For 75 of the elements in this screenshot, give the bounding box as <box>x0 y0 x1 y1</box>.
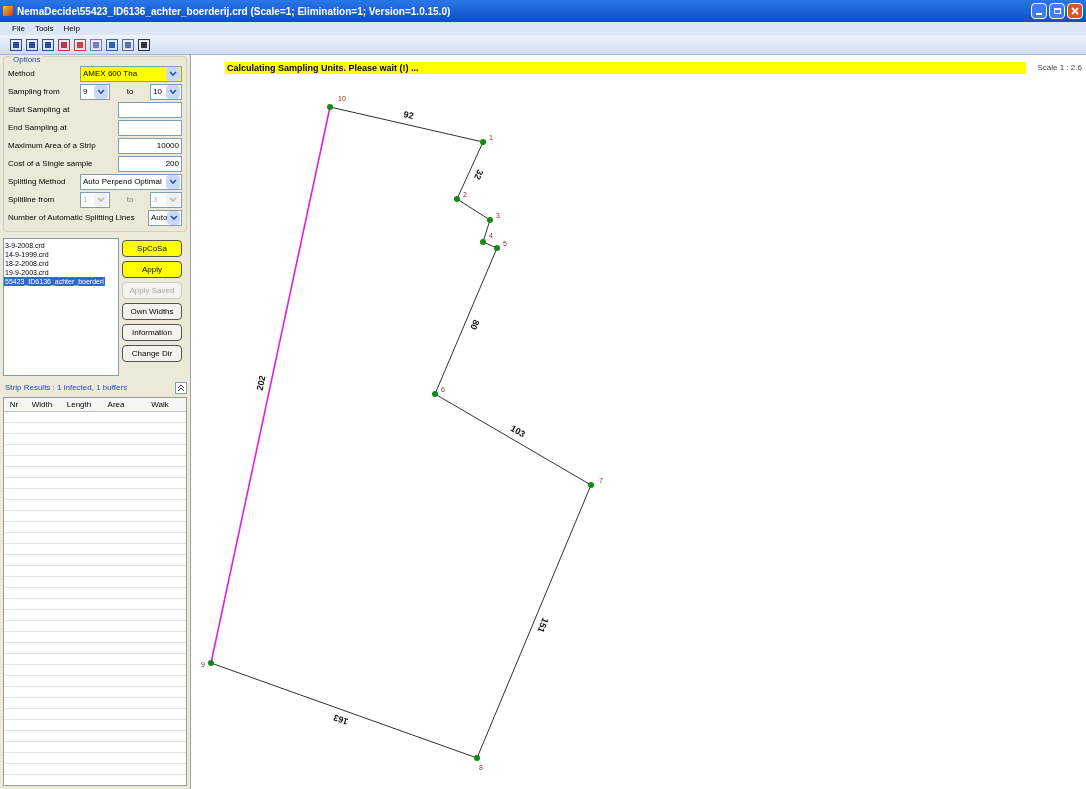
field-label: Maximum Area of a Strip <box>8 140 96 152</box>
action-button[interactable]: Information <box>122 324 182 341</box>
dropdown[interactable]: AMEX 600 Tha <box>80 66 182 82</box>
strip-results-title: Strip Results : 1 infected, 1 buffers <box>5 382 128 394</box>
column-header[interactable]: Walk <box>134 398 186 411</box>
toolbar-tool-icon[interactable] <box>138 38 150 51</box>
column-header[interactable]: Area <box>98 398 134 411</box>
input-field[interactable] <box>118 102 182 118</box>
vertex-point <box>208 660 214 666</box>
vertex-point <box>480 239 486 245</box>
field-label: Splitline from <box>8 194 55 206</box>
to-label: to <box>125 194 135 206</box>
dropdown[interactable]: 10 <box>150 84 182 100</box>
toolbar-tool-icon[interactable] <box>26 38 38 51</box>
edge-length-label: 32 <box>472 167 486 182</box>
vertex-point <box>480 139 486 145</box>
scale-label: Scale 1 : 2.6 <box>1037 62 1082 74</box>
app-icon <box>3 6 13 16</box>
field-label: Number of Automatic Splitting Lines <box>8 212 135 224</box>
window-title: NemaDecide\55423_ID6136_achter_boerderij.crd (Scale=1; Elimination=1; Version=1.0.15.0) <box>17 4 451 19</box>
dropdown[interactable]: 9 <box>80 84 110 100</box>
action-button[interactable]: Change Dir <box>122 345 182 362</box>
dropdown-arrow-icon <box>167 211 180 225</box>
edge-length-label: 92 <box>402 109 415 122</box>
close-icon <box>1071 7 1079 15</box>
action-button[interactable]: Own Widths <box>122 303 182 320</box>
vertex-point <box>327 104 333 110</box>
to-label: to <box>125 86 135 98</box>
menu-item[interactable]: Help <box>63 22 81 35</box>
vertex-point <box>474 755 480 761</box>
status-message: Calculating Sampling Units. Please wait (!) ... <box>225 62 1026 74</box>
collapse-button[interactable] <box>175 382 187 394</box>
edge-length-label: 202 <box>254 374 268 392</box>
input-field[interactable]: 10000 <box>118 138 182 154</box>
field-label: Method <box>8 68 35 80</box>
action-button[interactable]: Apply <box>122 261 182 278</box>
dropdown-arrow-icon <box>166 85 180 99</box>
edge-length-label: 80 <box>468 318 482 332</box>
dropdown-arrow-icon <box>94 193 108 207</box>
vertex-point <box>588 482 594 488</box>
edge-length-label: 151 <box>535 616 551 635</box>
group-title: Options <box>12 56 42 64</box>
action-button[interactable]: SpCoSa <box>122 240 182 257</box>
menu-item[interactable]: Tools <box>34 22 54 35</box>
column-header[interactable]: Width <box>24 398 60 411</box>
vertex-point <box>432 391 438 397</box>
dropdown[interactable]: Auto Perpend Optimal <box>80 174 182 190</box>
toolbar-tool-icon[interactable] <box>106 38 118 51</box>
dropdown-arrow-icon <box>166 67 180 81</box>
vertex-point <box>487 217 493 223</box>
toolbar-tool-icon[interactable] <box>10 38 22 51</box>
dropdown[interactable]: Auto <box>148 210 182 226</box>
field-label: Sampling from <box>8 86 60 98</box>
minimize-button[interactable] <box>1031 3 1047 19</box>
toolbar-tool-icon[interactable] <box>58 38 70 51</box>
input-field[interactable] <box>118 120 182 136</box>
vertex-point <box>494 245 500 251</box>
dropdown-arrow-icon <box>166 175 180 189</box>
restore-button[interactable] <box>1049 3 1065 19</box>
double-chevron-up-icon <box>177 384 185 392</box>
field-label: Start Sampling at <box>8 104 70 116</box>
vertex-point <box>454 196 460 202</box>
dropdown-arrow-icon <box>166 193 180 207</box>
dropdown-arrow-icon <box>94 85 108 99</box>
field-label: End Sampling at <box>8 122 67 134</box>
field-label: Cost of a Single sample <box>8 158 93 170</box>
input-field[interactable]: 200 <box>118 156 182 172</box>
field-label: Splitting Method <box>8 176 66 188</box>
menu-item[interactable]: File <box>12 22 25 35</box>
close-button[interactable] <box>1067 3 1083 19</box>
column-header[interactable]: Nr <box>4 398 24 411</box>
column-header[interactable]: Length <box>60 398 98 411</box>
toolbar-tool-icon[interactable] <box>42 38 54 51</box>
edge-length-label: 163 <box>332 712 350 727</box>
edge-length-label: 103 <box>508 423 527 440</box>
